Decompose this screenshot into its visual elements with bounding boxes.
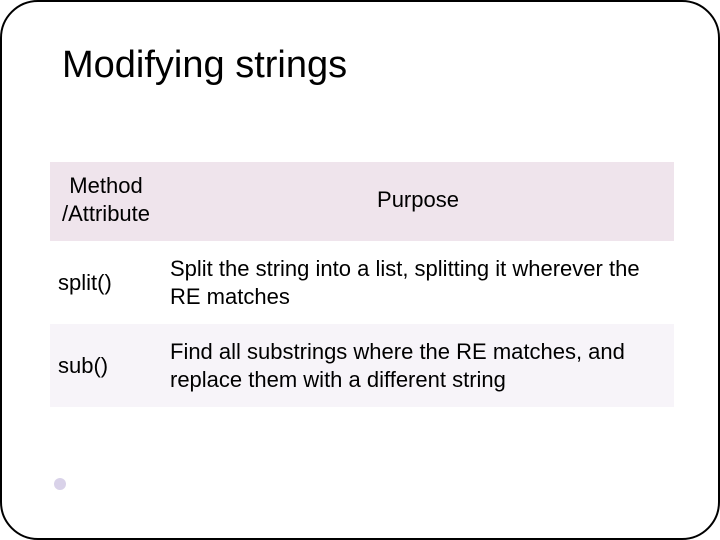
table-header-row: Method /Attribute Purpose	[50, 162, 674, 241]
slide-frame: Modifying strings Method /Attribute Purp…	[0, 0, 720, 540]
slide-title: Modifying strings	[62, 44, 347, 87]
methods-table: Method /Attribute Purpose split() Split …	[50, 162, 674, 407]
cell-purpose: Find all substrings where the RE matches…	[162, 324, 674, 407]
bullet-icon	[54, 478, 66, 490]
header-purpose: Purpose	[162, 162, 674, 241]
table-row: split() Split the string into a list, sp…	[50, 241, 674, 324]
cell-method: split()	[50, 241, 162, 324]
cell-method: sub()	[50, 324, 162, 407]
table-row: sub() Find all substrings where the RE m…	[50, 324, 674, 407]
header-method: Method /Attribute	[50, 162, 162, 241]
cell-purpose: Split the string into a list, splitting …	[162, 241, 674, 324]
